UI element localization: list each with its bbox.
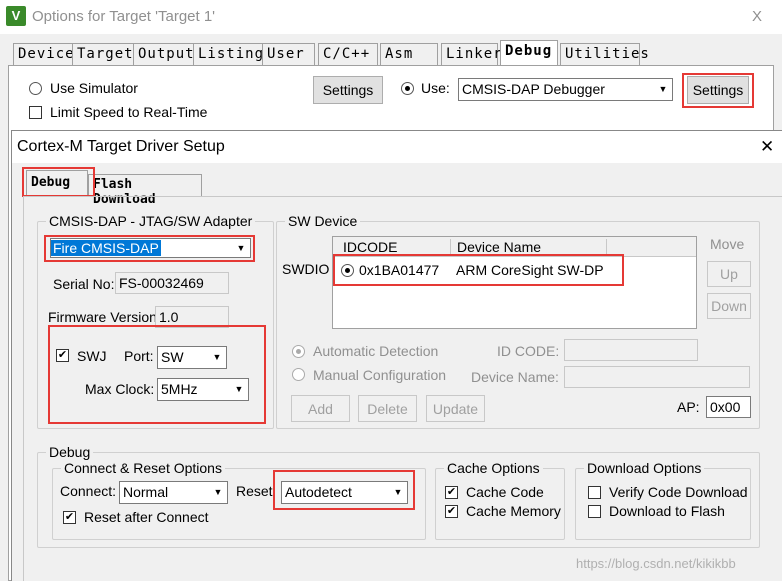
use-debugger-radio[interactable] [401,82,414,95]
verify-code-label: Verify Code Download [609,484,748,500]
reset-after-connect-label: Reset after Connect [84,509,209,525]
cache-options-title: Cache Options [444,460,543,476]
limit-speed-checkbox[interactable] [29,106,42,119]
ap-input[interactable]: 0x00 [706,396,751,418]
adapter-group-title: CMSIS-DAP - JTAG/SW Adapter [46,213,256,229]
move-up-button[interactable]: Up [707,261,751,287]
firmware-label: Firmware Version: [48,309,161,325]
manual-config-radio[interactable] [292,368,305,381]
device-name-input[interactable] [564,366,750,388]
add-button[interactable]: Add [291,395,350,422]
reset-label: Reset [236,483,273,499]
serial-value: FS-00032469 [115,272,229,294]
tab-c-cpp[interactable]: C/C++ [318,43,378,65]
dialog-titlebar: Cortex-M Target Driver Setup ✕ [12,131,782,163]
dialog-close-icon[interactable]: ✕ [760,137,774,157]
watermark-text: https://blog.csdn.net/kikikbb [576,556,736,571]
manual-config-label: Manual Configuration [313,367,447,383]
download-flash-checkbox[interactable] [588,505,601,518]
swdio-label: SWDIO [282,261,330,277]
auto-detect-radio[interactable] [292,345,305,358]
tab-listing[interactable]: Listing [193,43,270,65]
use-simulator-radio[interactable] [29,82,42,95]
highlight-reset [273,470,415,510]
download-options-title: Download Options [584,460,705,476]
move-label: Move [710,236,745,252]
connect-label: Connect: [60,483,117,499]
settings-left-button[interactable]: Settings [313,76,383,104]
tab-utilities[interactable]: Utilities [560,43,649,65]
highlight-swj [48,325,266,424]
idcode-label: ID CODE: [497,343,560,359]
verify-code-checkbox[interactable] [588,486,601,499]
cache-memory-label: Cache Memory [466,503,561,519]
chevron-down-icon: ▼ [654,79,672,100]
use-label: Use: [421,80,450,96]
connect-select-value: Normal [123,484,169,500]
chevron-down-icon: ▼ [209,482,227,503]
outer-close-icon[interactable]: X [752,8,762,25]
update-button[interactable]: Update [426,395,485,422]
dialog-title: Cortex-M Target Driver Setup [17,138,225,155]
highlight-settings-right [682,73,754,108]
tab-output[interactable]: Output [133,43,200,65]
ap-label: AP: [677,399,700,415]
dialog-tab-flash-download[interactable]: Flash Download [88,174,202,207]
cache-code-label: Cache Code [466,484,544,500]
device-name-label: Device Name: [471,369,559,385]
cache-code-checkbox[interactable]: ✔ [445,486,458,499]
connect-select[interactable]: Normal ▼ [119,481,228,504]
debug-group-title: Debug [46,444,94,460]
outer-titlebar: V Options for Target 'Target 1' X [0,0,782,34]
use-simulator-label: Use Simulator [50,80,138,96]
auto-detect-label: Automatic Detection [313,343,439,359]
reset-after-connect-checkbox[interactable]: ✔ [63,511,76,524]
debugger-select[interactable]: CMSIS-DAP Debugger ▼ [458,78,673,101]
app-logo-icon: V [6,6,26,26]
highlight-sw-device-row [333,254,624,286]
debugger-select-value: CMSIS-DAP Debugger [462,81,605,97]
connect-reset-title: Connect & Reset Options [61,460,225,476]
download-flash-label: Download to Flash [609,503,725,519]
outer-title: Options for Target 'Target 1' [32,8,216,25]
move-down-button[interactable]: Down [707,293,751,319]
delete-button[interactable]: Delete [358,395,417,422]
serial-label: Serial No: [53,276,115,292]
tab-linker[interactable]: Linker [441,43,502,65]
limit-speed-label: Limit Speed to Real-Time [50,104,208,120]
idcode-input[interactable] [564,339,698,361]
tab-debug[interactable]: Debug [500,40,558,66]
tab-device[interactable]: Device [13,43,80,65]
highlight-adapter [44,235,255,262]
cache-memory-checkbox[interactable]: ✔ [445,505,458,518]
sw-device-group-title: SW Device [285,213,361,229]
highlight-debug-tab [22,167,95,197]
tab-user[interactable]: User [262,43,315,65]
tab-asm[interactable]: Asm [380,43,438,65]
tab-target[interactable]: Target [72,43,139,65]
